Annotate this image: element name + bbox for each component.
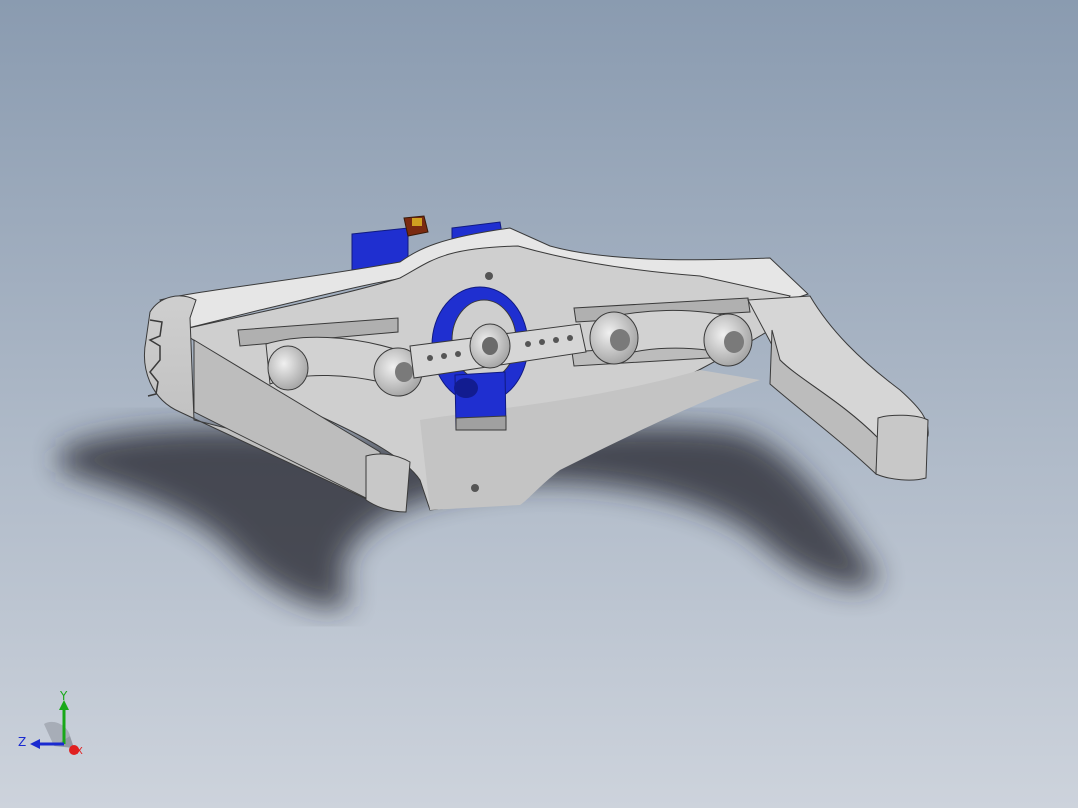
mount-hole: [485, 272, 493, 280]
z-axis-label: Z: [18, 735, 26, 749]
axis-triad: Y Z X: [18, 689, 83, 757]
model-scene[interactable]: [0, 0, 1078, 808]
mount-hole: [471, 484, 479, 492]
pivot-hole: [610, 329, 630, 351]
pivot-hole: [724, 331, 744, 353]
pivot-boss: [267, 345, 309, 391]
pivot-hole: [395, 362, 413, 382]
x-axis-label: X: [76, 746, 83, 757]
cad-viewport[interactable]: Y Z X: [0, 0, 1078, 808]
y-axis-label: Y: [59, 689, 68, 703]
servo-wire-icon: [412, 218, 422, 226]
